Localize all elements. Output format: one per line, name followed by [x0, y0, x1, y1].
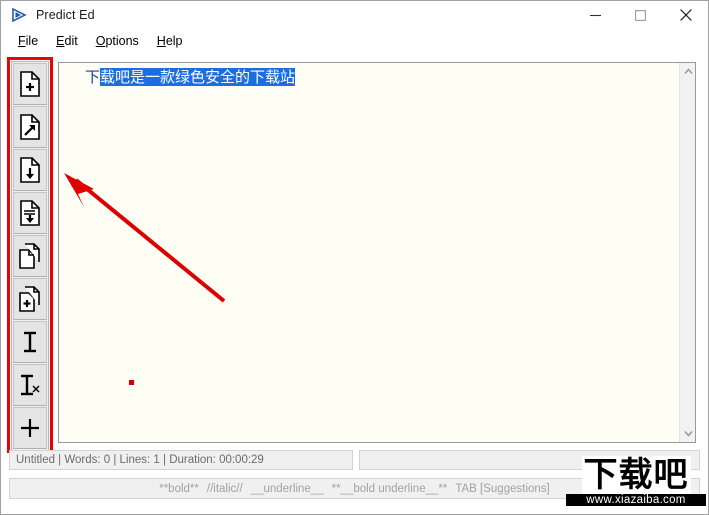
status-left-panel: Untitled | Words: 0 | Lines: 1 | Duratio…: [9, 450, 353, 470]
status-right-panel: [359, 450, 700, 470]
document-download-icon: [19, 157, 41, 183]
hint-italic: //italic//: [206, 482, 243, 495]
minimize-icon[interactable]: [573, 1, 618, 29]
document-lines-download-icon: [19, 200, 41, 226]
copy-document-button[interactable]: [13, 235, 47, 277]
menu-edit-rest: dit: [64, 33, 78, 48]
close-icon[interactable]: [663, 1, 708, 29]
text-caret-delete-icon: [19, 373, 41, 397]
title-bar: Predict Ed: [1, 1, 708, 29]
chevron-down-icon[interactable]: [680, 425, 695, 442]
application-window: Predict Ed File Edit Options Help 下载吧是一款…: [0, 0, 709, 515]
text-editor-area[interactable]: 下载吧是一款绿色安全的下载站: [58, 62, 696, 443]
formatting-hint-bar: **bold** //italic// __underline__ **__bo…: [9, 478, 700, 499]
editor-vertical-scrollbar[interactable]: [679, 63, 695, 442]
menu-item-help[interactable]: Help: [148, 32, 192, 50]
window-title: Predict Ed: [36, 8, 95, 22]
menu-help-rest: elp: [165, 33, 183, 48]
copy-documents-icon: [18, 243, 42, 269]
hint-underline: __underline__: [250, 482, 324, 495]
clear-text-button[interactable]: [13, 364, 47, 406]
text-cursor-button[interactable]: [13, 321, 47, 363]
tool-palette: [11, 61, 49, 451]
menu-file-accel: F: [18, 33, 26, 48]
open-document-button[interactable]: [13, 106, 47, 148]
save-document-button[interactable]: [13, 149, 47, 191]
new-document-button[interactable]: [13, 63, 47, 105]
editor-text-selected: 载吧是一款绿色安全的下载站: [100, 68, 296, 86]
menu-file-rest: ile: [25, 33, 39, 48]
menu-help-accel: H: [156, 33, 166, 48]
status-left-text: Untitled | Words: 0 | Lines: 1 | Duratio…: [16, 454, 264, 466]
status-bar: Untitled | Words: 0 | Lines: 1 | Duratio…: [9, 450, 700, 470]
menu-edit-accel: E: [56, 33, 65, 48]
document-arrow-icon: [19, 114, 41, 140]
hint-bold: **bold**: [159, 482, 199, 495]
editor-content[interactable]: 下载吧是一款绿色安全的下载站: [85, 67, 296, 87]
chevron-up-icon[interactable]: [680, 63, 695, 80]
hint-suggestions: TAB [Suggestions]: [455, 482, 550, 495]
menu-item-file[interactable]: File: [9, 32, 47, 50]
plus-icon: [19, 417, 41, 439]
menu-options-rest: ptions: [105, 33, 139, 48]
menu-item-edit[interactable]: Edit: [47, 32, 87, 50]
document-plus-icon: [19, 71, 41, 97]
save-as-document-button[interactable]: [13, 192, 47, 234]
maximize-icon[interactable]: [618, 1, 663, 29]
add-button[interactable]: [13, 407, 47, 449]
menu-item-options[interactable]: Options: [87, 32, 148, 50]
annotation-dot: [129, 380, 134, 385]
window-controls: [573, 1, 708, 29]
editor-text-unselected: 下: [85, 68, 101, 86]
menu-options-accel: O: [95, 33, 106, 48]
menu-bar: File Edit Options Help: [1, 29, 708, 52]
hint-bold-underline: **__bold underline__**: [331, 482, 448, 495]
add-document-button[interactable]: [13, 278, 47, 320]
text-caret-icon: [20, 330, 40, 354]
documents-plus-icon: [18, 286, 42, 312]
play-triangle-icon: [11, 7, 27, 23]
